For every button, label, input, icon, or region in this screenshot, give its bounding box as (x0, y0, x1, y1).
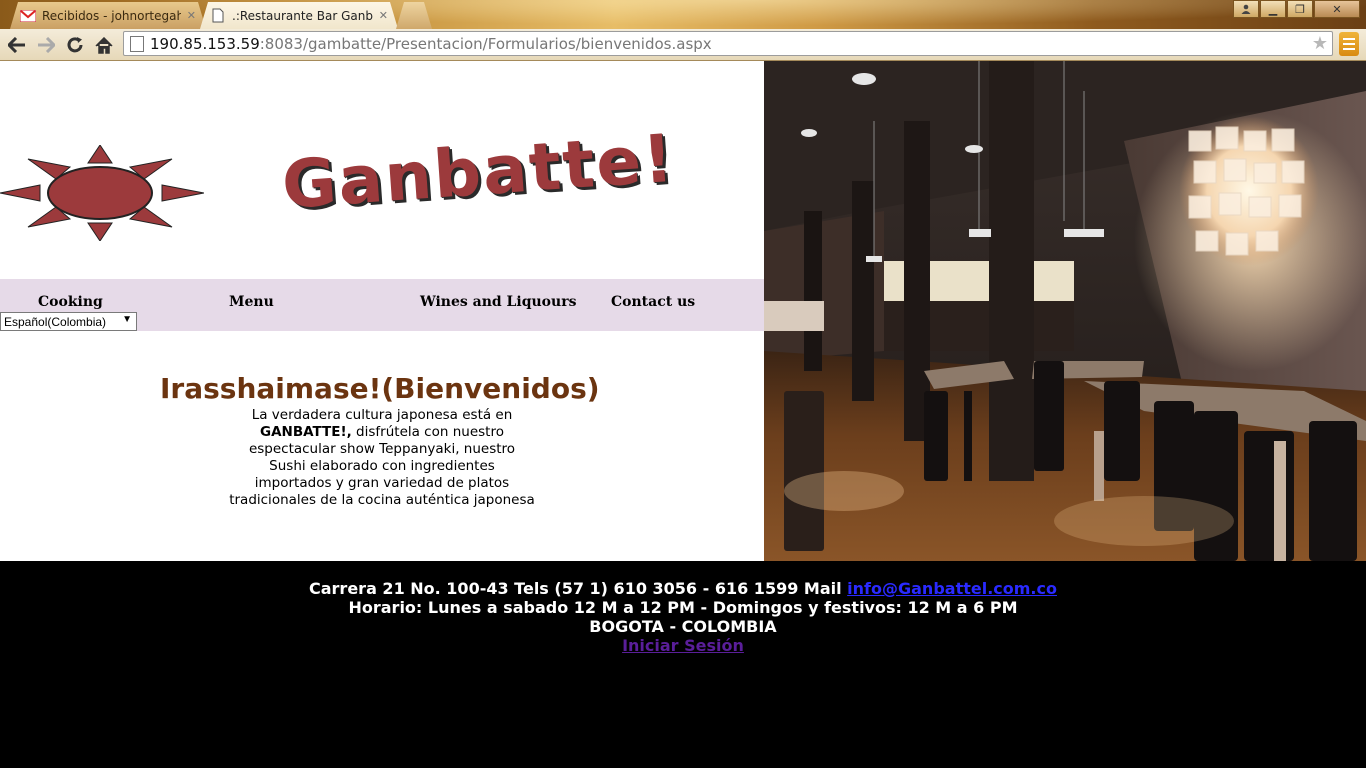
intro-line: tradicionales de la cocina auténtica jap… (229, 492, 535, 508)
footer-email-link[interactable]: info@Ganbattel.com.co (847, 579, 1057, 598)
close-tab-icon[interactable]: ✕ (379, 9, 388, 22)
url-host: 190.85.153.59 (150, 34, 260, 53)
intro-line: Sushi elaborado con ingredientes (269, 458, 495, 474)
footer-city: BOGOTA - COLOMBIA (589, 617, 777, 636)
url-path: :8083/gambatte/Presentacion/Formularios/… (259, 34, 712, 53)
restore-button[interactable]: ❐ (1287, 0, 1313, 18)
gmail-icon (20, 8, 36, 24)
tab-gmail[interactable]: Recibidos - johnortegahj@ ✕ (10, 2, 206, 29)
welcome-title: Irasshaimase!(Bienvenidos) (160, 372, 600, 405)
browser-menu-icon[interactable] (1339, 32, 1359, 56)
menu-item-menu[interactable]: Menu (229, 294, 274, 310)
close-window-button[interactable]: ✕ (1314, 0, 1360, 18)
footer-address-line: Carrera 21 No. 100-43 Tels (57 1) 610 30… (0, 579, 1366, 598)
intro-line: espectacular show Teppanyaki, nuestro (248, 441, 516, 457)
menu-item-cooking[interactable]: Cooking (38, 294, 103, 310)
page: Ganbatte! Cooking Menu Wines and Liquour… (0, 61, 1366, 768)
tab-title: .:Restaurante Bar Ganbatte (232, 8, 373, 23)
footer: Carrera 21 No. 100-43 Tels (57 1) 610 30… (0, 579, 1366, 655)
menu-item-contact[interactable]: Contact us (611, 294, 695, 310)
sun-logo-icon (0, 145, 204, 241)
footer-address: Carrera 21 No. 100-43 Tels (57 1) 610 30… (309, 579, 848, 598)
home-icon[interactable] (92, 33, 116, 57)
browser-chrome: Recibidos - johnortegahj@ ✕ .:Restaurant… (0, 0, 1366, 61)
brand-logo-text: Ganbatte! (279, 119, 678, 224)
login-link[interactable]: Iniciar Sesión (622, 636, 744, 655)
intro-line-rest: disfrútela con nuestro (351, 424, 504, 440)
bookmark-star-icon[interactable]: ★ (1312, 33, 1328, 54)
page-icon (210, 8, 226, 24)
header-logo-area: Ganbatte! (0, 61, 764, 279)
user-icon[interactable] (1233, 0, 1259, 18)
restaurant-photo (764, 61, 1366, 561)
intro-line: La verdadera cultura japonesa está en (251, 407, 513, 423)
minimize-button[interactable]: ▁ (1260, 0, 1286, 18)
tab-title: Recibidos - johnortegahj@ (42, 8, 181, 23)
menu-item-wines[interactable]: Wines and Liquours (420, 294, 576, 310)
intro-line: GANBATTE!, disfrútela con nuestro (212, 424, 552, 441)
back-arrow-icon[interactable] (5, 33, 29, 57)
tab-restaurant[interactable]: .:Restaurante Bar Ganbatte ✕ (200, 2, 398, 29)
browser-toolbar: 190.85.153.59:8083/gambatte/Presentacion… (0, 29, 1366, 61)
window-controls: ▁ ❐ ✕ (1233, 0, 1360, 18)
language-selected-value: Español(Colombia) (4, 314, 107, 329)
reload-icon[interactable] (63, 33, 87, 57)
forward-arrow-icon[interactable] (34, 33, 58, 57)
close-tab-icon[interactable]: ✕ (187, 9, 196, 22)
page-icon (130, 35, 144, 52)
footer-schedule: Horario: Lunes a sabado 12 M a 12 PM - D… (348, 598, 1018, 617)
intro-brand: GANBATTE!, (260, 424, 352, 440)
address-bar[interactable]: 190.85.153.59:8083/gambatte/Presentacion… (123, 31, 1333, 56)
intro-line: importados y gran variedad de platos (254, 475, 510, 491)
left-panel: Ganbatte! Cooking Menu Wines and Liquour… (0, 61, 764, 561)
dropdown-arrow-icon: ▼ (122, 314, 132, 325)
intro-text: La verdadera cultura japonesa está en GA… (212, 407, 552, 509)
language-select[interactable]: Español(Colombia) ▼ (0, 312, 137, 331)
restaurant-interior-image (764, 61, 1366, 561)
